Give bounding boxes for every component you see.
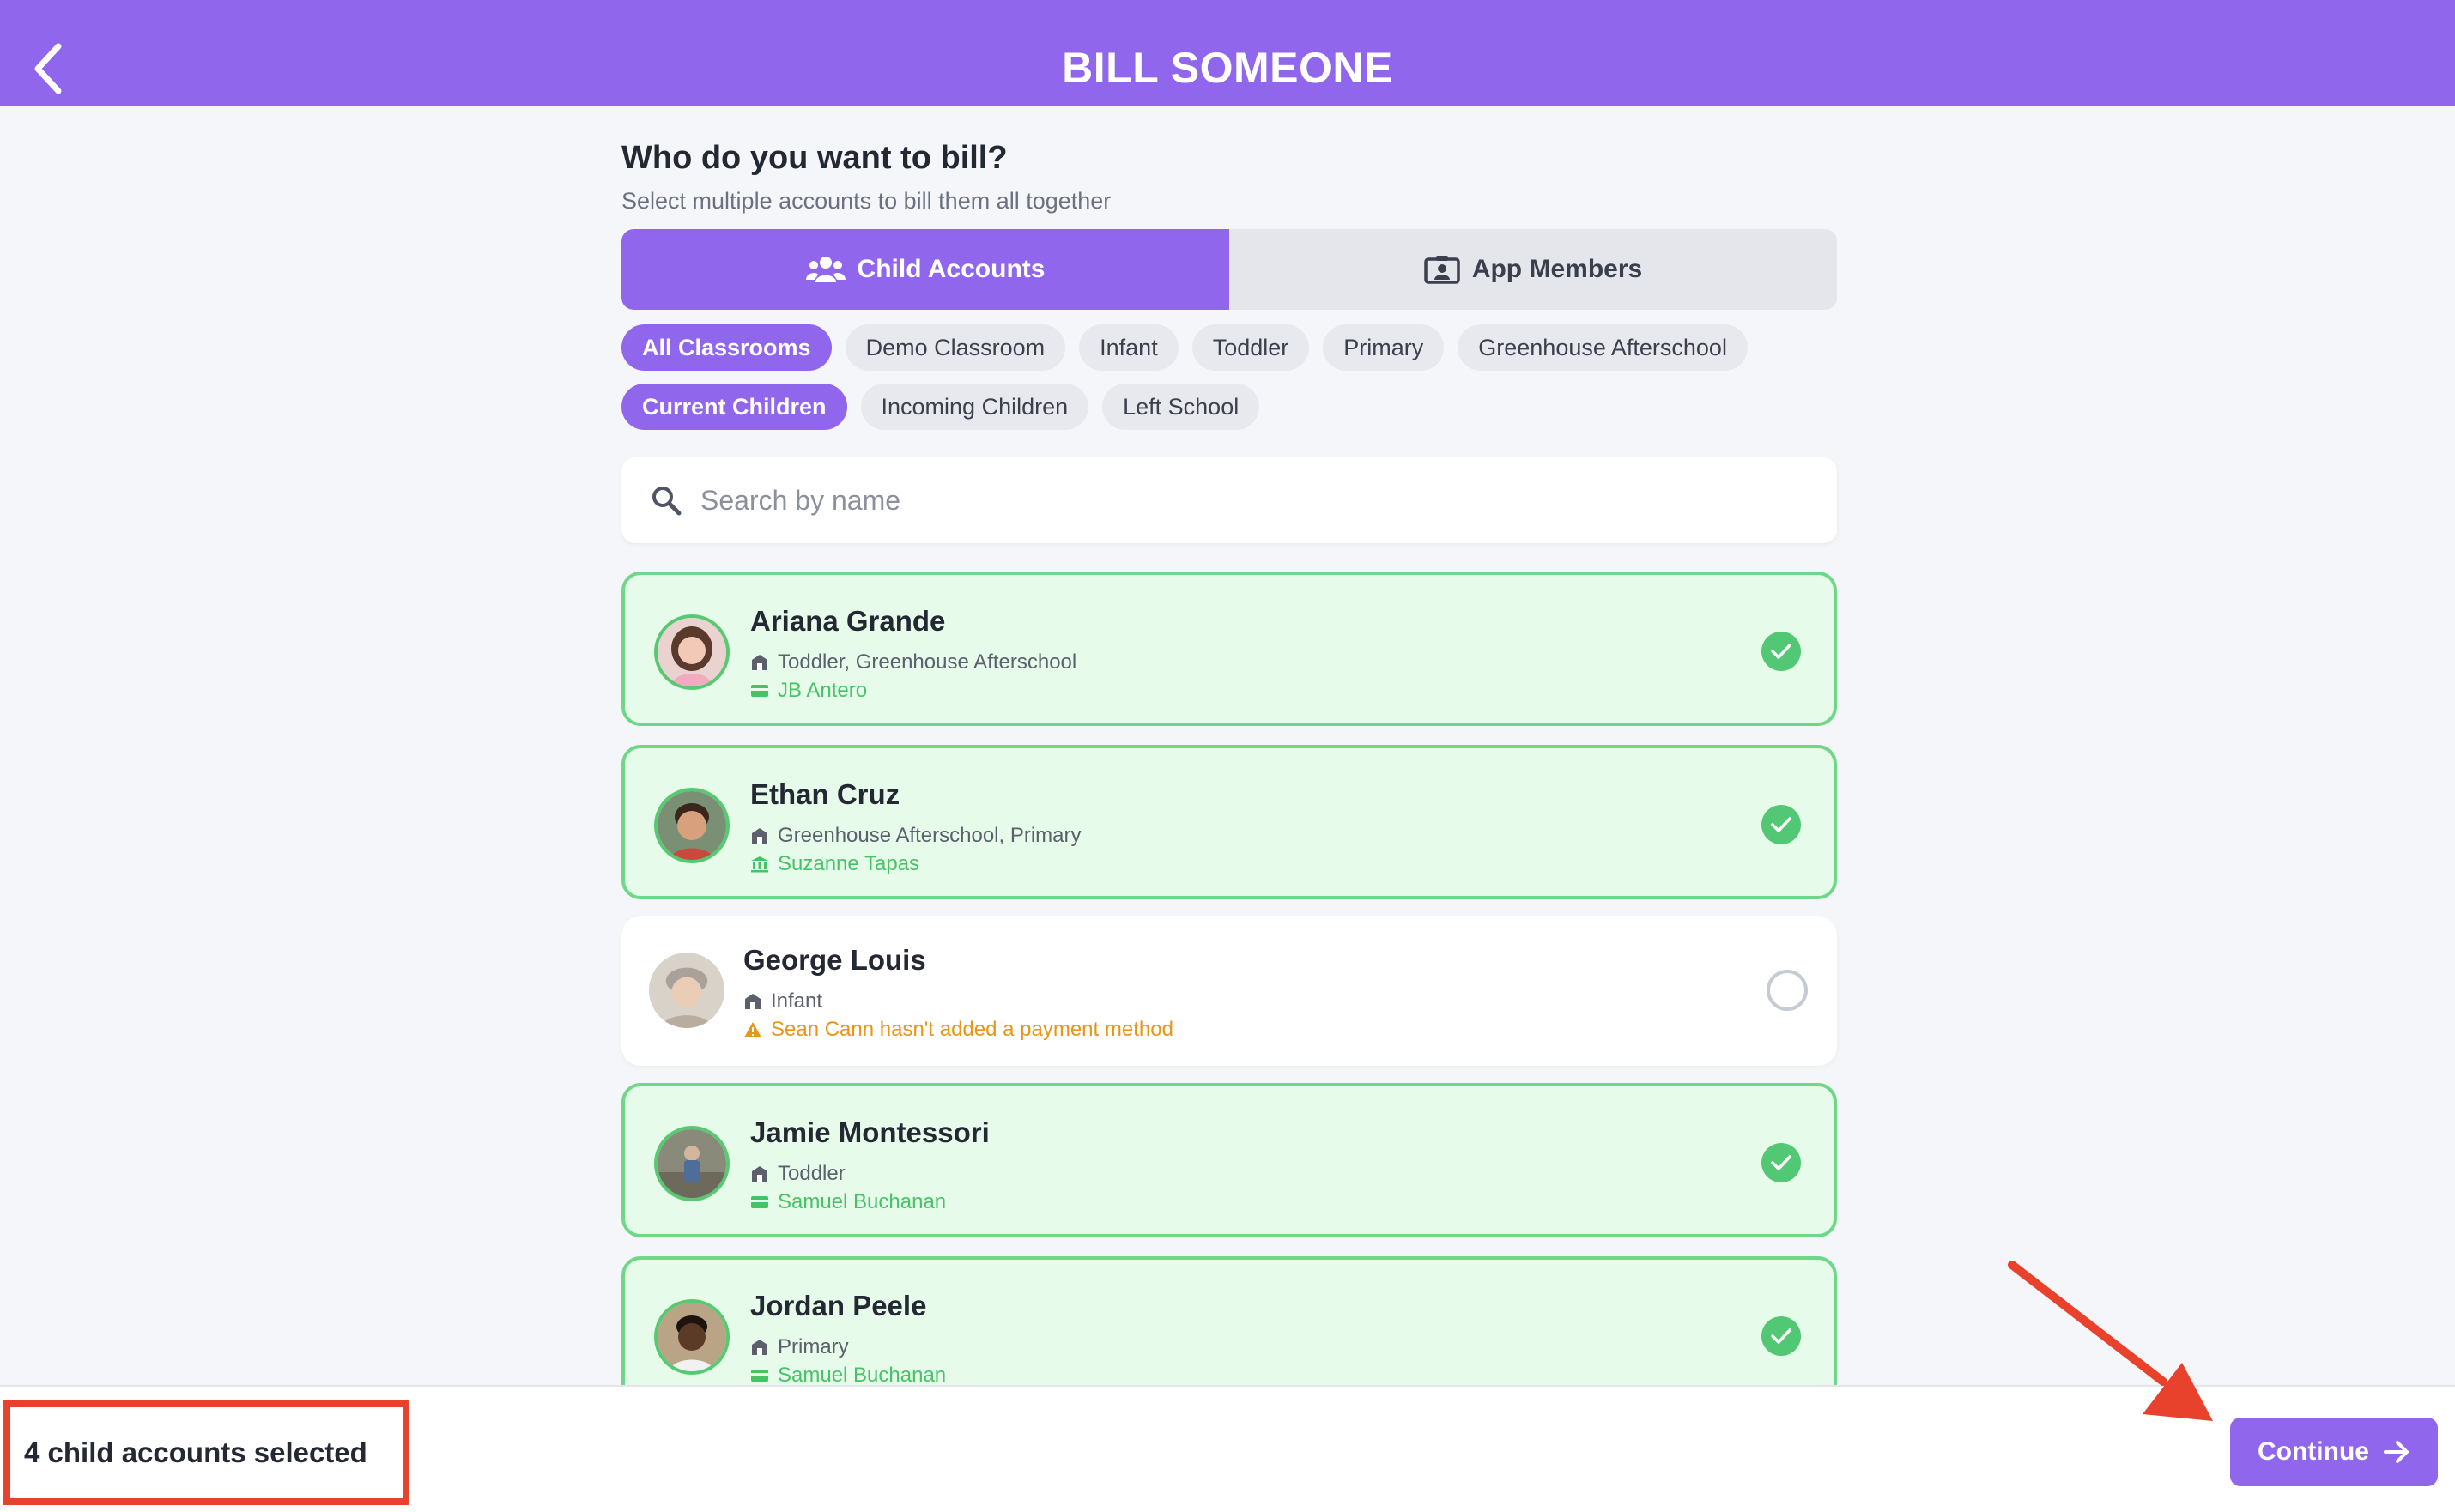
search-box [621,457,1837,543]
card-icon [751,1370,768,1382]
search-icon [652,487,682,516]
child-card[interactable]: Ariana Grande Toddler, Greenhouse Afters… [621,572,1837,726]
checkmark-icon [1771,644,1791,659]
child-payer-text: Samuel Buchanan [778,1364,947,1385]
selected-count-text: 4 child accounts selected [3,1400,409,1505]
top-bar: BILL SOMEONE [0,0,2455,106]
avatar [654,788,730,863]
child-account-list[interactable]: Ariana Grande Toddler, Greenhouse Afters… [601,558,1863,1385]
users-icon [805,257,846,282]
avatar [649,953,724,1028]
child-card[interactable]: Jordan Peele Primary Samuel Buchanan [621,1256,1837,1385]
filter-chip-incoming-children[interactable]: Incoming Children [860,384,1089,430]
child-classrooms-text: Toddler [778,1162,846,1185]
annotation-arrow-icon [2008,1261,2213,1421]
selected-check[interactable] [1761,805,1801,844]
child-card[interactable]: Ethan Cruz Greenhouse Afterschool, Prima… [621,745,1837,899]
warning-icon [744,1022,761,1037]
child-classrooms: Primary [750,1335,849,1359]
tab-child-accounts-label: Child Accounts [857,255,1046,283]
child-classrooms: Greenhouse Afterschool, Primary [750,824,1082,848]
child-card[interactable]: Jamie Montessori Toddler Samuel Buchanan [621,1083,1837,1237]
bank-icon [751,856,768,873]
child-classrooms-text: Primary [778,1335,849,1358]
child-payer: Samuel Buchanan [750,1190,946,1214]
avatar [654,1299,730,1375]
filter-chip-demo-classroom[interactable]: Demo Classroom [845,324,1066,371]
filter-chip-all-classrooms[interactable]: All Classrooms [621,324,832,371]
page-title: BILL SOMEONE [1062,44,1393,92]
selected-check[interactable] [1761,1316,1801,1356]
school-icon [745,994,761,1009]
child-payer: JB Antero [750,679,867,703]
filter-chip-greenhouse-afterschool[interactable]: Greenhouse Afterschool [1458,324,1748,371]
child-classrooms-text: Toddler, Greenhouse Afterschool [778,650,1077,674]
continue-button-label: Continue [2258,1437,2369,1466]
child-classrooms-text: Infant [771,989,823,1013]
school-icon [752,655,767,670]
child-payer: Samuel Buchanan [750,1364,946,1385]
child-payer: Suzanne Tapas [750,852,919,876]
child-classrooms: Toddler [750,1162,846,1186]
filter-chip-left-school[interactable]: Left School [1102,384,1260,430]
tab-child-accounts[interactable]: Child Accounts [621,229,1229,310]
selected-check[interactable] [1761,632,1801,671]
checkmark-icon [1771,1328,1791,1344]
selected-check[interactable] [1761,1143,1801,1182]
section-subheading: Select multiple accounts to bill them al… [621,188,1112,214]
checkmark-icon [1771,817,1791,832]
tab-app-members[interactable]: App Members [1229,229,1837,310]
child-name: Jamie Montessori [750,1116,990,1148]
child-classrooms: Toddler, Greenhouse Afterschool [750,650,1076,674]
school-icon [752,1166,767,1182]
payment-warning-text: Sean Cann hasn't added a payment method [771,1018,1173,1041]
continue-button[interactable]: Continue [2230,1418,2438,1486]
section-heading: Who do you want to bill? [621,140,1008,176]
child-name: George Louis [743,944,926,976]
child-name: Ariana Grande [750,605,946,637]
child-payer-text: Samuel Buchanan [778,1190,947,1213]
filter-chip-infant[interactable]: Infant [1079,324,1179,371]
child-payer-text: Suzanne Tapas [778,852,920,875]
filter-chip-primary[interactable]: Primary [1323,324,1445,371]
filter-chip-current-children[interactable]: Current Children [621,384,847,430]
status-filter-row: Current Children Incoming Children Left … [621,384,1260,430]
unselected-radio[interactable] [1767,970,1808,1011]
child-classrooms-text: Greenhouse Afterschool, Primary [778,824,1082,847]
child-card[interactable]: George Louis Infant Sean Cann hasn't add… [621,916,1837,1066]
classroom-filter-row: All Classrooms Demo Classroom Infant Tod… [621,324,1748,371]
card-icon [751,685,768,697]
child-name: Ethan Cruz [750,778,900,810]
checkmark-icon [1771,1155,1791,1170]
avatar [654,614,730,690]
id-card-icon [1424,256,1460,284]
tab-app-members-label: App Members [1471,255,1643,283]
arrow-right-icon [2383,1441,2409,1463]
search-input[interactable] [700,484,1731,517]
payment-warning: Sean Cann hasn't added a payment method [743,1018,1173,1042]
avatar [654,1126,730,1201]
filter-chip-toddler[interactable]: Toddler [1191,324,1310,371]
school-icon [752,828,767,844]
card-icon [751,1196,768,1208]
child-payer-text: JB Antero [778,679,868,702]
account-type-tabs: Child Accounts App Members [621,229,1837,310]
child-classrooms: Infant [743,989,822,1013]
school-icon [752,1340,767,1355]
child-name: Jordan Peele [750,1290,927,1321]
